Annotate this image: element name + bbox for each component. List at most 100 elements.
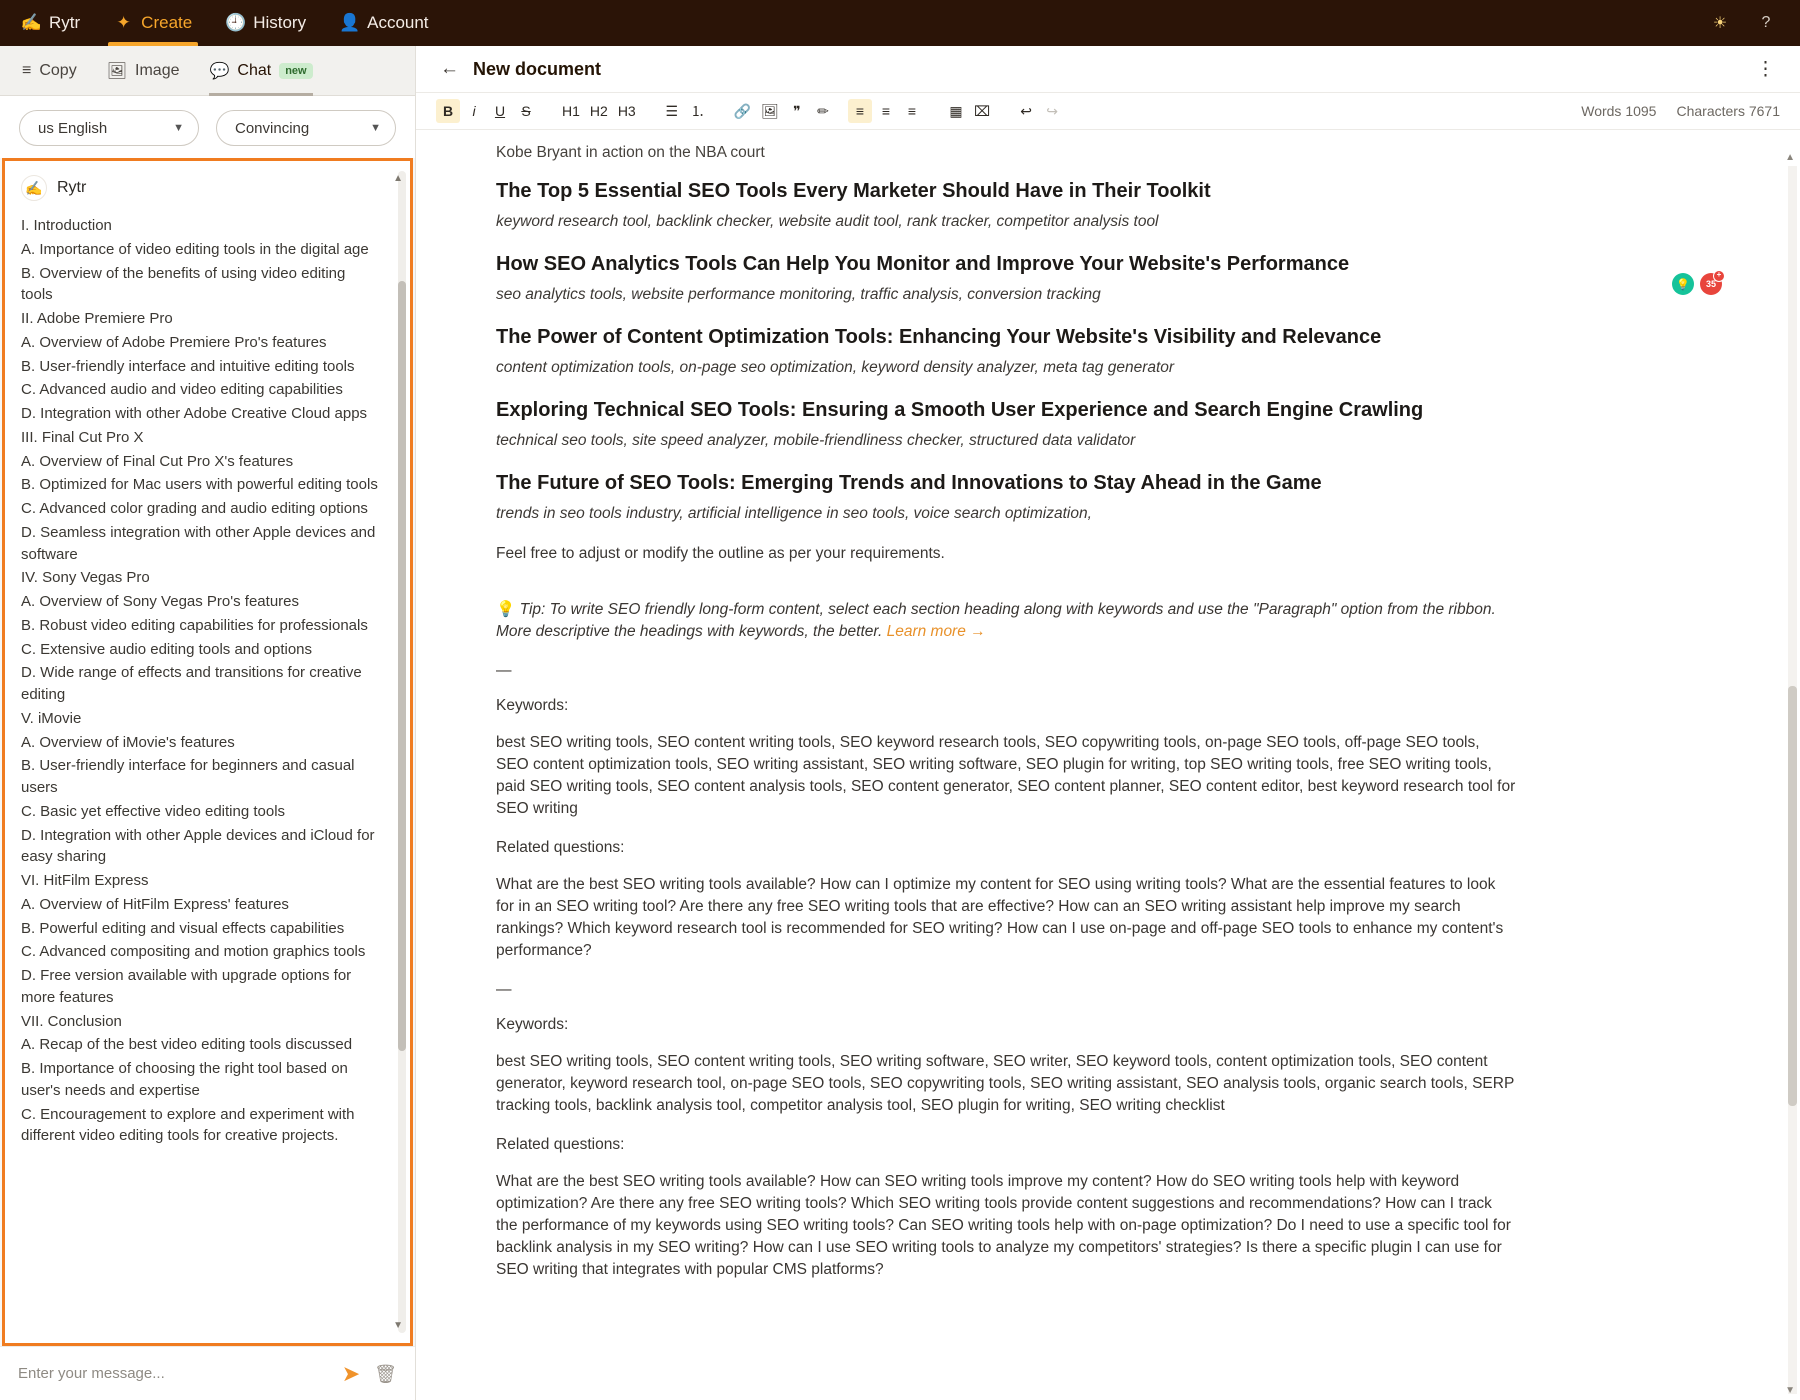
outline-line: D. Seamless integration with other Apple… <box>21 522 394 566</box>
link-icon[interactable]: 🔗 <box>730 99 755 123</box>
keywords-label-2: Keywords: <box>496 1016 1516 1034</box>
chevron-down-icon: ▼ <box>173 122 184 134</box>
document-editor: ← New document ⋮ B i U S H1 H2 H3 ☰ ⒈ 🔗 … <box>416 46 1800 1400</box>
doc-scroll-down-icon[interactable]: ▼ <box>1785 1385 1795 1396</box>
quote-icon[interactable]: ❞ <box>785 99 809 123</box>
lines-icon: ≡ <box>22 62 31 80</box>
section-keywords: seo analytics tools, website performance… <box>496 286 1516 304</box>
outline-line: B. Importance of choosing the right tool… <box>21 1058 394 1102</box>
nav-item-create-label: Create <box>141 13 192 33</box>
pen-icon[interactable]: ✏ <box>811 99 835 123</box>
bold-button[interactable]: B <box>436 99 460 123</box>
document-content-area[interactable]: Kobe Bryant in action on the NBA court T… <box>416 130 1800 1400</box>
trash-icon[interactable]: 🗑 <box>374 1365 397 1383</box>
selects-row: us English ▼ Convincing ▼ <box>0 96 415 158</box>
section-heading: How SEO Analytics Tools Can Help You Mon… <box>496 251 1516 277</box>
outline-line: C. Encouragement to explore and experime… <box>21 1104 394 1148</box>
numbered-list-icon[interactable]: ⒈ <box>686 99 710 123</box>
section-heading: The Future of SEO Tools: Emerging Trends… <box>496 470 1516 496</box>
kebab-menu-icon[interactable]: ⋮ <box>1756 58 1776 81</box>
related-label-2: Related questions: <box>496 1136 1516 1154</box>
top-navigation-bar: ✍ Rytr ✦ Create 🕘 History 👤 Account ☀ ? <box>0 0 1800 46</box>
tab-image[interactable]: 🖼 Image <box>107 46 180 96</box>
character-count-value: 7671 <box>1749 103 1780 119</box>
clock-icon: 🕘 <box>226 14 245 33</box>
bot-avatar: ✍ <box>21 175 47 201</box>
document-scrollbar-thumb[interactable] <box>1788 686 1797 1106</box>
formatting-toolbar: B i U S H1 H2 H3 ☰ ⒈ 🔗 🖼 ❞ ✏ ≡ ≡ ≡ ▦ ⌧ ↩… <box>416 93 1800 130</box>
keywords-block-2: best SEO writing tools, SEO content writ… <box>496 1051 1516 1117</box>
underline-button[interactable]: U <box>488 99 512 123</box>
outline-line: A. Overview of Final Cut Pro X's feature… <box>21 451 394 473</box>
back-arrow-icon[interactable]: ← <box>440 58 459 80</box>
italic-button[interactable]: i <box>462 99 486 123</box>
outline-line: D. Integration with other Adobe Creative… <box>21 403 394 425</box>
theme-toggle-icon[interactable]: ☀ <box>1708 11 1732 35</box>
nav-item-brand[interactable]: ✍ Rytr <box>22 0 80 46</box>
table-icon[interactable]: ▦ <box>944 99 968 123</box>
bullet-list-icon[interactable]: ☰ <box>660 99 684 123</box>
floating-assistant-badges: 💡 35 <box>1672 273 1722 295</box>
document-scrollbar[interactable]: ▲ ▼ <box>1788 166 1797 1394</box>
mode-tabs: ≡ Copy 🖼 Image 💬 Chat new <box>0 46 415 96</box>
learn-more-link[interactable]: Learn more → <box>887 623 986 640</box>
nav-item-create[interactable]: ✦ Create <box>114 0 192 46</box>
chat-scrollbar[interactable]: ▲ ▼ <box>398 171 406 1333</box>
image-icon[interactable]: 🖼 <box>757 99 783 123</box>
outline-line: I. Introduction <box>21 215 394 237</box>
nav-brand-label: Rytr <box>49 13 80 33</box>
character-count-label: Characters <box>1676 103 1744 119</box>
tab-copy[interactable]: ≡ Copy <box>22 46 77 96</box>
tab-chat-new-badge: new <box>279 63 312 79</box>
chat-icon: 💬 <box>209 61 229 81</box>
heading-2-button[interactable]: H2 <box>586 99 612 123</box>
outline-line: VI. HitFilm Express <box>21 870 394 892</box>
align-left-icon[interactable]: ≡ <box>848 99 872 123</box>
align-center-icon[interactable]: ≡ <box>874 99 898 123</box>
align-right-icon[interactable]: ≡ <box>900 99 924 123</box>
help-icon[interactable]: ? <box>1754 11 1778 35</box>
sparkle-icon: ✦ <box>114 14 133 33</box>
chat-scrollbar-thumb[interactable] <box>398 281 406 1051</box>
keywords-label-1: Keywords: <box>496 697 1516 715</box>
clear-format-icon[interactable]: ⌧ <box>970 99 994 123</box>
partial-top-line: Kobe Bryant in action on the NBA court <box>496 144 1516 162</box>
chevron-down-icon: ▼ <box>370 122 381 134</box>
outline-line: III. Final Cut Pro X <box>21 427 394 449</box>
outline-line: C. Advanced color grading and audio edit… <box>21 498 394 520</box>
nav-item-history[interactable]: 🕘 History <box>226 0 306 46</box>
scroll-up-icon[interactable]: ▲ <box>393 173 403 184</box>
outline-line: D. Integration with other Apple devices … <box>21 825 394 869</box>
lightbulb-icon: 💡 <box>496 601 515 618</box>
nav-item-history-label: History <box>253 13 306 33</box>
language-select[interactable]: us English ▼ <box>19 110 199 146</box>
doc-scroll-up-icon[interactable]: ▲ <box>1785 152 1795 163</box>
send-icon[interactable]: ➤ <box>342 1363 360 1385</box>
section-heading: The Top 5 Essential SEO Tools Every Mark… <box>496 178 1516 204</box>
keywords-block-1: best SEO writing tools, SEO content writ… <box>496 732 1516 820</box>
left-chat-panel: ≡ Copy 🖼 Image 💬 Chat new us English ▼ C… <box>0 46 416 1400</box>
grammar-suggestion-icon[interactable]: 💡 <box>1672 273 1694 295</box>
issue-count-icon[interactable]: 35 <box>1700 273 1722 295</box>
heading-3-button[interactable]: H3 <box>614 99 640 123</box>
nav-item-account-label: Account <box>367 13 428 33</box>
divider-2: — <box>496 981 1516 999</box>
message-input[interactable] <box>18 1365 328 1382</box>
outline-line: A. Overview of iMovie's features <box>21 732 394 754</box>
related-label-1: Related questions: <box>496 839 1516 857</box>
heading-1-button[interactable]: H1 <box>558 99 584 123</box>
scroll-down-icon[interactable]: ▼ <box>393 1320 403 1331</box>
bot-header: ✍ Rytr <box>21 175 394 201</box>
outline-line: D. Wide range of effects and transitions… <box>21 662 394 706</box>
outline-line: A. Overview of Sony Vegas Pro's features <box>21 591 394 613</box>
tip-callout: 💡 Tip: To write SEO friendly long-form c… <box>496 599 1516 644</box>
document-counts: Words 1095 Characters 7671 <box>1581 103 1780 119</box>
document-inner: Kobe Bryant in action on the NBA court T… <box>496 144 1516 1281</box>
tab-chat[interactable]: 💬 Chat new <box>209 46 312 96</box>
nav-item-account[interactable]: 👤 Account <box>340 0 428 46</box>
redo-icon[interactable]: ↪ <box>1040 99 1064 123</box>
undo-icon[interactable]: ↩ <box>1014 99 1038 123</box>
strikethrough-button[interactable]: S <box>514 99 538 123</box>
tone-select[interactable]: Convincing ▼ <box>216 110 396 146</box>
outline-line: B. Overview of the benefits of using vid… <box>21 263 394 307</box>
